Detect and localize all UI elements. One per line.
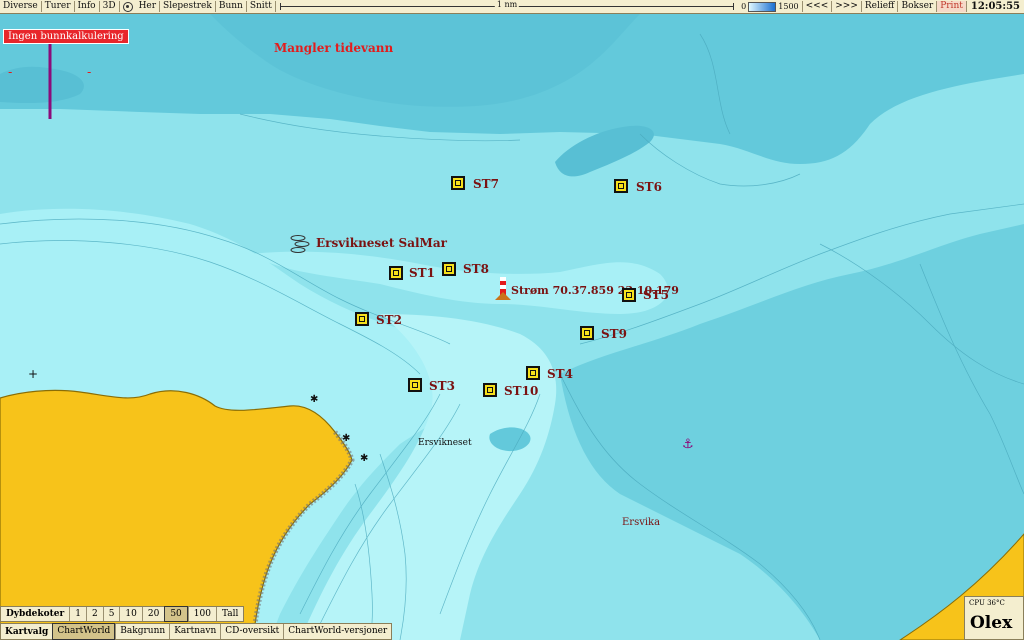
chart-map[interactable]: - - + ✱ ✱ ✱ ⚓ Ingen bunnkalkulering Mang… — [0, 14, 1024, 640]
contour-1-button[interactable]: 1 — [69, 607, 86, 621]
svg-text:✱: ✱ — [342, 433, 350, 444]
svg-text:✱: ✱ — [360, 453, 368, 464]
place-ersvikneset: Ersvikneset — [418, 438, 472, 448]
chart-selection-panel: Kartvalg ChartWorld Bakgrunn Kartnavn CD… — [0, 623, 393, 640]
depth-contours-title: Dybdekoter — [6, 609, 65, 619]
fish-farm-label: Ersvikneset SalMar — [316, 236, 447, 250]
missing-tide-warning: Mangler tidevann — [274, 41, 394, 55]
station-label-st2: ST2 — [376, 313, 402, 327]
contour-100-button[interactable]: 100 — [187, 607, 216, 621]
menu-info[interactable]: Info — [75, 1, 100, 12]
kartnavn-button[interactable]: Kartnavn — [169, 624, 220, 639]
contour-20-button[interactable]: 20 — [141, 607, 164, 621]
menu-her[interactable]: Her — [136, 1, 161, 12]
contour-10-button[interactable]: 10 — [119, 607, 141, 621]
print-button[interactable]: Print — [937, 1, 967, 12]
menu-3d[interactable]: 3D — [100, 1, 120, 12]
depth-gradient — [748, 1, 777, 12]
place-ersvika: Ersvika — [622, 517, 661, 528]
svg-text:+: + — [28, 367, 38, 381]
depth-contours-panel: Dybdekoter 1 2 5 10 20 50 100 Tall — [0, 606, 245, 622]
no-bottom-calculation-warning: Ingen bunnkalkulering — [3, 29, 129, 44]
station-marker-st7[interactable] — [451, 176, 465, 190]
depth-color-scale[interactable]: 0 1500 — [738, 1, 803, 12]
menu-diverse[interactable]: Diverse — [0, 1, 42, 12]
svg-text:✱: ✱ — [310, 394, 318, 405]
chartworld-button[interactable]: ChartWorld — [52, 623, 116, 640]
station-marker-st6[interactable] — [614, 179, 628, 193]
chartworld-versions-button[interactable]: ChartWorld-versjoner — [283, 624, 391, 639]
scale-bar: 1 nm — [276, 0, 738, 12]
relieff-button[interactable]: Relieff — [862, 1, 899, 12]
svg-text:⚓: ⚓ — [682, 437, 694, 452]
menu-bunn[interactable]: Bunn — [216, 1, 247, 12]
station-label-st4: ST4 — [547, 367, 573, 381]
cd-oversikt-button[interactable]: CD-oversikt — [220, 624, 283, 639]
olex-logo: Olex — [970, 613, 1013, 633]
contour-2-button[interactable]: 2 — [85, 607, 103, 621]
menu-snitt[interactable]: Snitt — [247, 1, 276, 12]
nav-next-button[interactable]: >>> — [832, 1, 862, 12]
clock: 12:05:55 — [970, 1, 1020, 12]
station-label-st7: ST7 — [473, 177, 499, 191]
top-toolbar: Diverse Turer Info 3D Her Slepestrek Bun… — [0, 0, 1024, 14]
bakgrunn-button[interactable]: Bakgrunn — [115, 624, 169, 639]
target-icon[interactable] — [122, 1, 133, 12]
menu-slepestrek[interactable]: Slepestrek — [160, 1, 216, 12]
svg-text:-: - — [87, 65, 91, 79]
station-label-st10: ST10 — [504, 384, 539, 398]
chart-background: - - + ✱ ✱ ✱ ⚓ — [0, 14, 1024, 640]
station-marker-st4[interactable] — [526, 366, 540, 380]
contour-50-button[interactable]: 50 — [164, 606, 188, 622]
station-marker-st1[interactable] — [389, 266, 403, 280]
station-marker-st2[interactable] — [355, 312, 369, 326]
station-label-st8: ST8 — [463, 262, 489, 276]
station-label-st5: ST5 — [643, 288, 669, 302]
chart-selection-title: Kartvalg — [5, 626, 49, 637]
station-marker-st8[interactable] — [442, 262, 456, 276]
station-marker-st9[interactable] — [580, 326, 594, 340]
station-label-st1: ST1 — [409, 266, 435, 280]
scale-label: 1 nm — [494, 0, 520, 9]
station-label-st9: ST9 — [601, 327, 627, 341]
contour-tall-button[interactable]: Tall — [215, 607, 243, 621]
station-marker-st5[interactable] — [622, 288, 636, 302]
station-label-st6: ST6 — [636, 180, 662, 194]
station-marker-st3[interactable] — [408, 378, 422, 392]
depth-min: 0 — [741, 2, 747, 11]
cpu-temperature: CPU 36°C — [969, 599, 1005, 607]
contour-5-button[interactable]: 5 — [102, 607, 120, 621]
depth-max: 1500 — [778, 2, 799, 11]
station-marker-st10[interactable] — [483, 383, 497, 397]
menu-turer[interactable]: Turer — [42, 1, 75, 12]
status-box: CPU 36°C Olex — [964, 596, 1024, 640]
nav-prev-button[interactable]: <<< — [803, 1, 833, 12]
svg-text:-: - — [8, 65, 12, 79]
bokser-button[interactable]: Bokser — [898, 1, 938, 12]
station-label-st3: ST3 — [429, 379, 455, 393]
